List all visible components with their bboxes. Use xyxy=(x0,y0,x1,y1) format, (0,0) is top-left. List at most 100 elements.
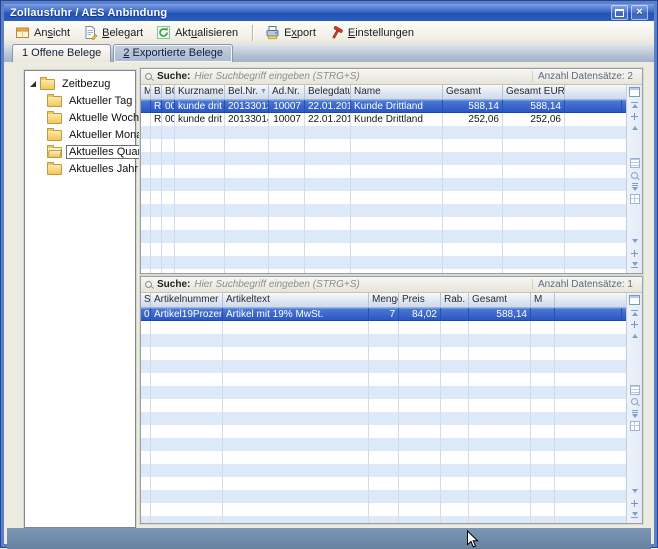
record-count: Anzahl Datensätze: 2 xyxy=(532,71,638,82)
folder-icon xyxy=(47,113,62,124)
empty-rows-area xyxy=(141,321,626,523)
restore-icon xyxy=(615,9,624,17)
folder-icon xyxy=(47,96,62,107)
column-header[interactable]: Ad.Nr. xyxy=(269,85,305,99)
column-header[interactable]: M xyxy=(531,293,555,307)
folder-icon xyxy=(40,79,55,90)
tree-item-zeitbezug[interactable]: Zeitbezug xyxy=(25,75,135,92)
aktualisieren-button[interactable]: Aktualisieren xyxy=(151,22,246,43)
column-header[interactable]: Gesamt EUR xyxy=(503,85,565,99)
positions-grid: Suche: Hier Suchbegriff eingeben (STRG+S… xyxy=(140,276,643,524)
tab-offene-belege[interactable]: 1 Offene Belege xyxy=(12,44,111,62)
column-header[interactable]: M xyxy=(141,85,151,99)
close-icon: × xyxy=(636,7,642,18)
table-row[interactable]: 0 Artikel19Prozent Artikel mit 19% MwSt.… xyxy=(141,308,626,321)
view-window-icon xyxy=(15,25,30,40)
column-header[interactable]: Gesamt xyxy=(469,293,531,307)
app-window: Zollausfuhr / AES Anbindung × Ansicht Be… xyxy=(0,0,658,548)
tree-item-aktuelles-quartal[interactable]: Aktuelles Quartal xyxy=(25,143,135,160)
column-chooser-icon[interactable] xyxy=(629,87,640,97)
scroll-top-icon[interactable] xyxy=(629,307,640,317)
tab-page: Zeitbezug Aktueller Tag Aktuelle Woche A… xyxy=(7,62,651,528)
card-view-icon[interactable] xyxy=(629,385,640,395)
column-header[interactable]: Artikelnummer xyxy=(151,293,223,307)
card-view-icon[interactable] xyxy=(629,158,640,168)
move-icon[interactable] xyxy=(629,248,640,258)
column-header[interactable]: Menge xyxy=(369,293,399,307)
settings-icon xyxy=(329,25,344,40)
column-header[interactable]: Artikeltext xyxy=(223,293,369,307)
mouse-cursor-icon xyxy=(466,530,479,549)
column-header[interactable]: BG xyxy=(162,85,175,99)
restore-button[interactable] xyxy=(611,5,628,20)
tree-item-aktueller-monat[interactable]: Aktueller Monat xyxy=(25,126,135,143)
folder-icon xyxy=(47,130,62,141)
column-header[interactable]: Gesamt xyxy=(443,85,503,99)
folder-open-icon xyxy=(47,147,62,158)
grid-view-icon[interactable] xyxy=(629,194,640,204)
empty-rows-area xyxy=(141,126,626,273)
grid-view-icon[interactable] xyxy=(629,421,640,431)
scroll-up-icon[interactable] xyxy=(629,123,640,133)
column-header[interactable]: S xyxy=(141,293,151,307)
document-type-icon xyxy=(83,25,98,40)
column-header-sorted[interactable]: Bel.Nr.▼ xyxy=(225,85,269,99)
documents-header-row: M BA BG Kurzname Bel.Nr.▼ Ad.Nr. Belegda… xyxy=(141,85,626,100)
export-button[interactable]: Export xyxy=(260,22,324,43)
ansicht-button[interactable]: Ansicht xyxy=(10,22,78,43)
move-icon[interactable] xyxy=(629,319,640,329)
documents-grid-sidebar xyxy=(626,85,642,273)
column-header-empty xyxy=(555,293,622,307)
tree-item-aktuelles-jahr[interactable]: Aktuelles Jahr xyxy=(25,160,135,177)
column-chooser-icon[interactable] xyxy=(629,295,640,305)
export-icon xyxy=(265,25,280,40)
search-icon xyxy=(145,281,153,289)
column-header[interactable]: Belegdatum xyxy=(305,85,351,99)
expander-icon[interactable] xyxy=(30,81,36,87)
tree-item-aktueller-tag[interactable]: Aktueller Tag xyxy=(25,92,135,109)
title-bar[interactable]: Zollausfuhr / AES Anbindung × xyxy=(4,4,654,21)
tab-strip: 1 Offene Belege 2 Exportierte Belege xyxy=(4,44,654,62)
window-client-area: Zollausfuhr / AES Anbindung × Ansicht Be… xyxy=(2,2,656,546)
close-button[interactable]: × xyxy=(631,5,648,20)
column-header[interactable]: Preis xyxy=(399,293,441,307)
scroll-down-icon[interactable] xyxy=(629,486,640,496)
move-icon[interactable] xyxy=(629,498,640,508)
window-title: Zollausfuhr / AES Anbindung xyxy=(10,7,608,19)
documents-grid: Suche: Hier Suchbegriff eingeben (STRG+S… xyxy=(140,68,643,274)
scroll-bottom-icon[interactable] xyxy=(629,260,640,270)
column-header[interactable]: Rab. % xyxy=(441,293,469,307)
belegart-button[interactable]: Belegart xyxy=(78,22,151,43)
scroll-top-icon[interactable] xyxy=(629,99,640,109)
folder-icon xyxy=(47,164,62,175)
einstellungen-button[interactable]: Einstellungen xyxy=(324,22,422,43)
positions-grid-sidebar xyxy=(626,293,642,523)
bottom-band xyxy=(7,528,651,549)
column-header-empty xyxy=(565,85,622,99)
toolbar-separator xyxy=(252,25,254,41)
positions-header-row: S Artikelnummer Artikeltext Menge Preis … xyxy=(141,293,626,308)
documents-search-bar[interactable]: Suche: Hier Suchbegriff eingeben (STRG+S… xyxy=(141,69,642,85)
table-row[interactable]: R 00 kunde drit 20133013 10007 22.01.201… xyxy=(141,100,626,113)
toolbar: Ansicht Belegart Aktualisieren xyxy=(4,21,654,45)
tab-exportierte-belege[interactable]: 2 Exportierte Belege xyxy=(113,44,233,62)
column-header[interactable]: BA xyxy=(151,85,162,99)
search-icon xyxy=(145,73,153,81)
sort-icon[interactable] xyxy=(629,409,640,419)
column-header[interactable]: Kurzname xyxy=(175,85,225,99)
scroll-down-icon[interactable] xyxy=(629,236,640,246)
zoom-icon[interactable] xyxy=(629,397,640,407)
record-count: Anzahl Datensätze: 1 xyxy=(532,279,638,290)
table-row[interactable]: R 00 kunde drit 20133014 10007 22.01.201… xyxy=(141,113,626,126)
sort-desc-icon: ▼ xyxy=(258,85,267,99)
positions-search-bar[interactable]: Suche: Hier Suchbegriff eingeben (STRG+S… xyxy=(141,277,642,293)
time-filter-tree: Zeitbezug Aktueller Tag Aktuelle Woche A… xyxy=(24,70,136,528)
sort-icon[interactable] xyxy=(629,182,640,192)
tree-item-aktuelle-woche[interactable]: Aktuelle Woche xyxy=(25,109,135,126)
scroll-up-icon[interactable] xyxy=(629,331,640,341)
zoom-icon[interactable] xyxy=(629,170,640,180)
refresh-icon xyxy=(156,25,171,40)
move-icon[interactable] xyxy=(629,111,640,121)
scroll-bottom-icon[interactable] xyxy=(629,510,640,520)
column-header[interactable]: Name xyxy=(351,85,443,99)
